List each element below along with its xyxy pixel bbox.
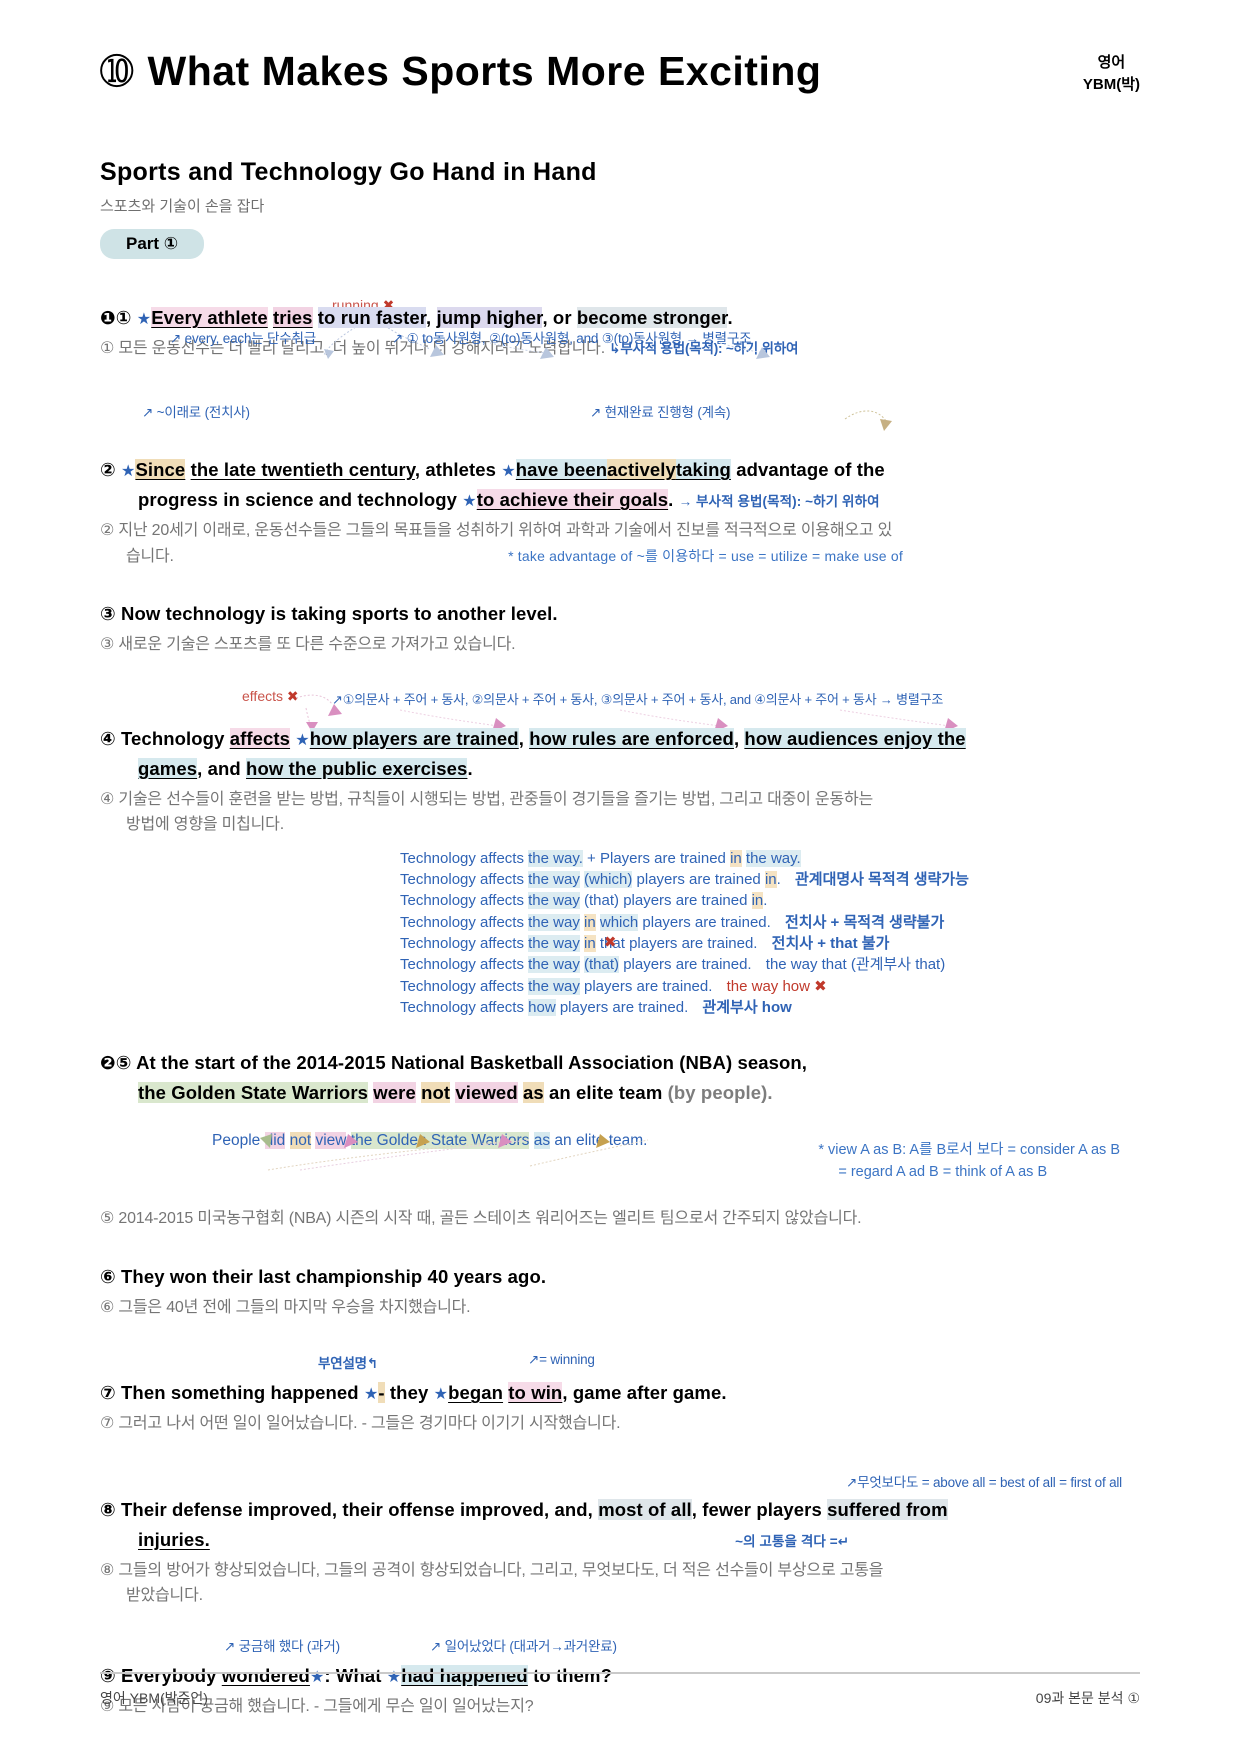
annotation-winning: ↗= winning: [528, 1352, 595, 1368]
title-row: ➉ What Makes Sports More Exciting: [100, 0, 1140, 95]
publisher-label: YBM(박): [1082, 75, 1140, 93]
page-footer: 영어 YBM(박준언) 09과 본문 분석 ①: [100, 1688, 1140, 1708]
sentence-8-line2: injuries. ~의 고통을 격다 =↵: [138, 1528, 850, 1550]
page-title: What Makes Sports More Exciting: [147, 48, 822, 94]
sentence-3-english: ③ Now technology is taking sports to ano…: [100, 603, 558, 625]
grammar-row: Technology affects the way in which play…: [400, 913, 945, 931]
sentence-6-korean: ⑥ 그들은 40년 전에 그들의 마지막 우승을 차지했습니다.: [100, 1298, 471, 1316]
sentence-1-english: ❶① ★Every athlete tries to run faster, j…: [100, 307, 733, 328]
sentence-5-korean: ⑤ 2014-2015 미국농구협회 (NBA) 시즌의 시작 때, 골든 스테…: [100, 1210, 862, 1228]
grammar-row: Technology affects the way players are t…: [400, 977, 827, 995]
footer-left: 영어 YBM(박준언): [100, 1690, 208, 1706]
sentence-8-korean: ⑧ 그들의 방어가 향상되었습니다, 그들의 공격이 향상되었습니다, 그리고,…: [100, 1561, 884, 1605]
footer-divider: [100, 1672, 1140, 1674]
subject-badge: 영어 YBM(박): [1083, 52, 1140, 96]
sentence-5-arrows: People did not view the Golden State War…: [100, 1132, 1140, 1188]
section-title-korean: 스포츠와 기술이 손을 잡다: [100, 198, 265, 215]
sentence-3-korean: ③ 새로운 기술은 스포츠를 또 다른 수준으로 가져가고 있습니다.: [100, 636, 516, 654]
sentence-5-line2: the Golden State Warriors were not viewe…: [138, 1082, 773, 1104]
view-as-note: * view A as B: A를 B로서 보다 = consider A as…: [818, 1142, 1120, 1180]
sentence-2-korean: ② 지난 20세기 이래로, 운동선수들은 그들의 목표들을 성취하기 위하여 …: [100, 521, 903, 565]
sentence-5-english: ❷⑤ At the start of the 2014-2015 Nationa…: [100, 1048, 1140, 1108]
annotation-had-happened: ↗ 일어났었다 (대과거→과거완료): [430, 1638, 617, 1654]
annotation-wondered: ↗ 궁금해 했다 (과거): [224, 1638, 340, 1654]
sentence-block-1: running ✖ ↗ every, each는 단수취급 ↗ ① to동사원형…: [100, 297, 1140, 375]
sentence-8-english: ⑧ Their defense improved, their offense …: [100, 1495, 1140, 1555]
take-advantage-note: * take advantage of ~를 이용하다 = use = util…: [508, 547, 903, 564]
part-label: Part ①: [100, 229, 205, 259]
worksheet-page: ➉ What Makes Sports More Exciting 영어 YBM…: [0, 0, 1240, 1752]
section-title: Sports and Technology Go Hand in Hand: [100, 158, 597, 186]
footer-right: 09과 본문 분석 ①: [1035, 1690, 1140, 1706]
grammar-row: Technology affects the way (which) playe…: [400, 871, 969, 889]
annotation-most-of-all: ↗무엇보다도 = above all = best of all = first…: [845, 1474, 1122, 1490]
sentence-block-9: ↗ 궁금해 했다 (과거) ↗ 일어났었다 (대과거→과거완료): [100, 1635, 1140, 1661]
lesson-number: ➉: [100, 49, 134, 94]
grammar-row: Technology affects the way in t ✖ hat play…: [400, 934, 890, 952]
sentence-7-english: ⑦ Then something happened ★- they ★began…: [100, 1382, 727, 1404]
grammar-row: Technology affects the way (that) player…: [400, 956, 946, 974]
sentence-block-4: effects ✖ ↗①의문사 + 주어 + 동사, ②의문사 + 주어 + 동…: [100, 687, 1140, 732]
sentence-block-2: ↗ ~이래로 (전치사) ↗ 현재완료 진행형 (계속): [100, 399, 1140, 455]
sentence-block-8: ↗무엇보다도 = above all = best of all = first…: [100, 1471, 1140, 1495]
grammar-row: Technology affects the way (that) player…: [400, 892, 768, 910]
sentence-9-english: ⑨ Everybody wondered★: What ★had happene…: [100, 1664, 612, 1686]
sentence-4-english: ④ Technology affects ★how players are tr…: [100, 724, 1140, 784]
grammar-row: Technology affects the way. + Players ar…: [400, 849, 801, 867]
sentence-6-english: ⑥ They won their last championship 40 ye…: [100, 1265, 547, 1287]
sentence-2-line2: progress in science and technology ★to a…: [138, 488, 880, 510]
annotation-supplementary: 부연설명↰: [318, 1356, 379, 1372]
annotation-since: ↗ ~이래로 (전치사): [142, 405, 250, 420]
subject-label: 영어: [1097, 54, 1126, 71]
annotation-present-perfect-progressive: ↗ 현재완료 진행형 (계속): [590, 405, 731, 420]
grammar-explanation-block: Technology affects the way. + Players ar…: [400, 848, 1140, 1018]
grammar-row: Technology affects how players are train…: [400, 998, 792, 1016]
page-header: ➉ What Makes Sports More Exciting 영어 YBM…: [100, 0, 1140, 120]
sentence-block-7: 부연설명↰ ↗= winning: [100, 1352, 1140, 1378]
sentence-4-line2: games, and how the public exercises.: [138, 757, 473, 779]
sentence-7-korean: ⑦ 그러고 나서 어떤 일이 일어났습니다. - 그들은 경기마다 이기기 시작…: [100, 1415, 621, 1433]
annotation-parallel-structure-4: ↗①의문사 + 주어 + 동사, ②의문사 + 주어 + 동사, ③의문사 + …: [332, 691, 944, 707]
sentence-4-korean: ④ 기술은 선수들이 훈련을 받는 방법, 규칙들이 시행되는 방법, 관중들이…: [100, 790, 874, 834]
annotation-effects: effects ✖: [242, 687, 299, 704]
sentence-2-english: ② ★Since the late twentieth century, ath…: [100, 455, 1140, 515]
